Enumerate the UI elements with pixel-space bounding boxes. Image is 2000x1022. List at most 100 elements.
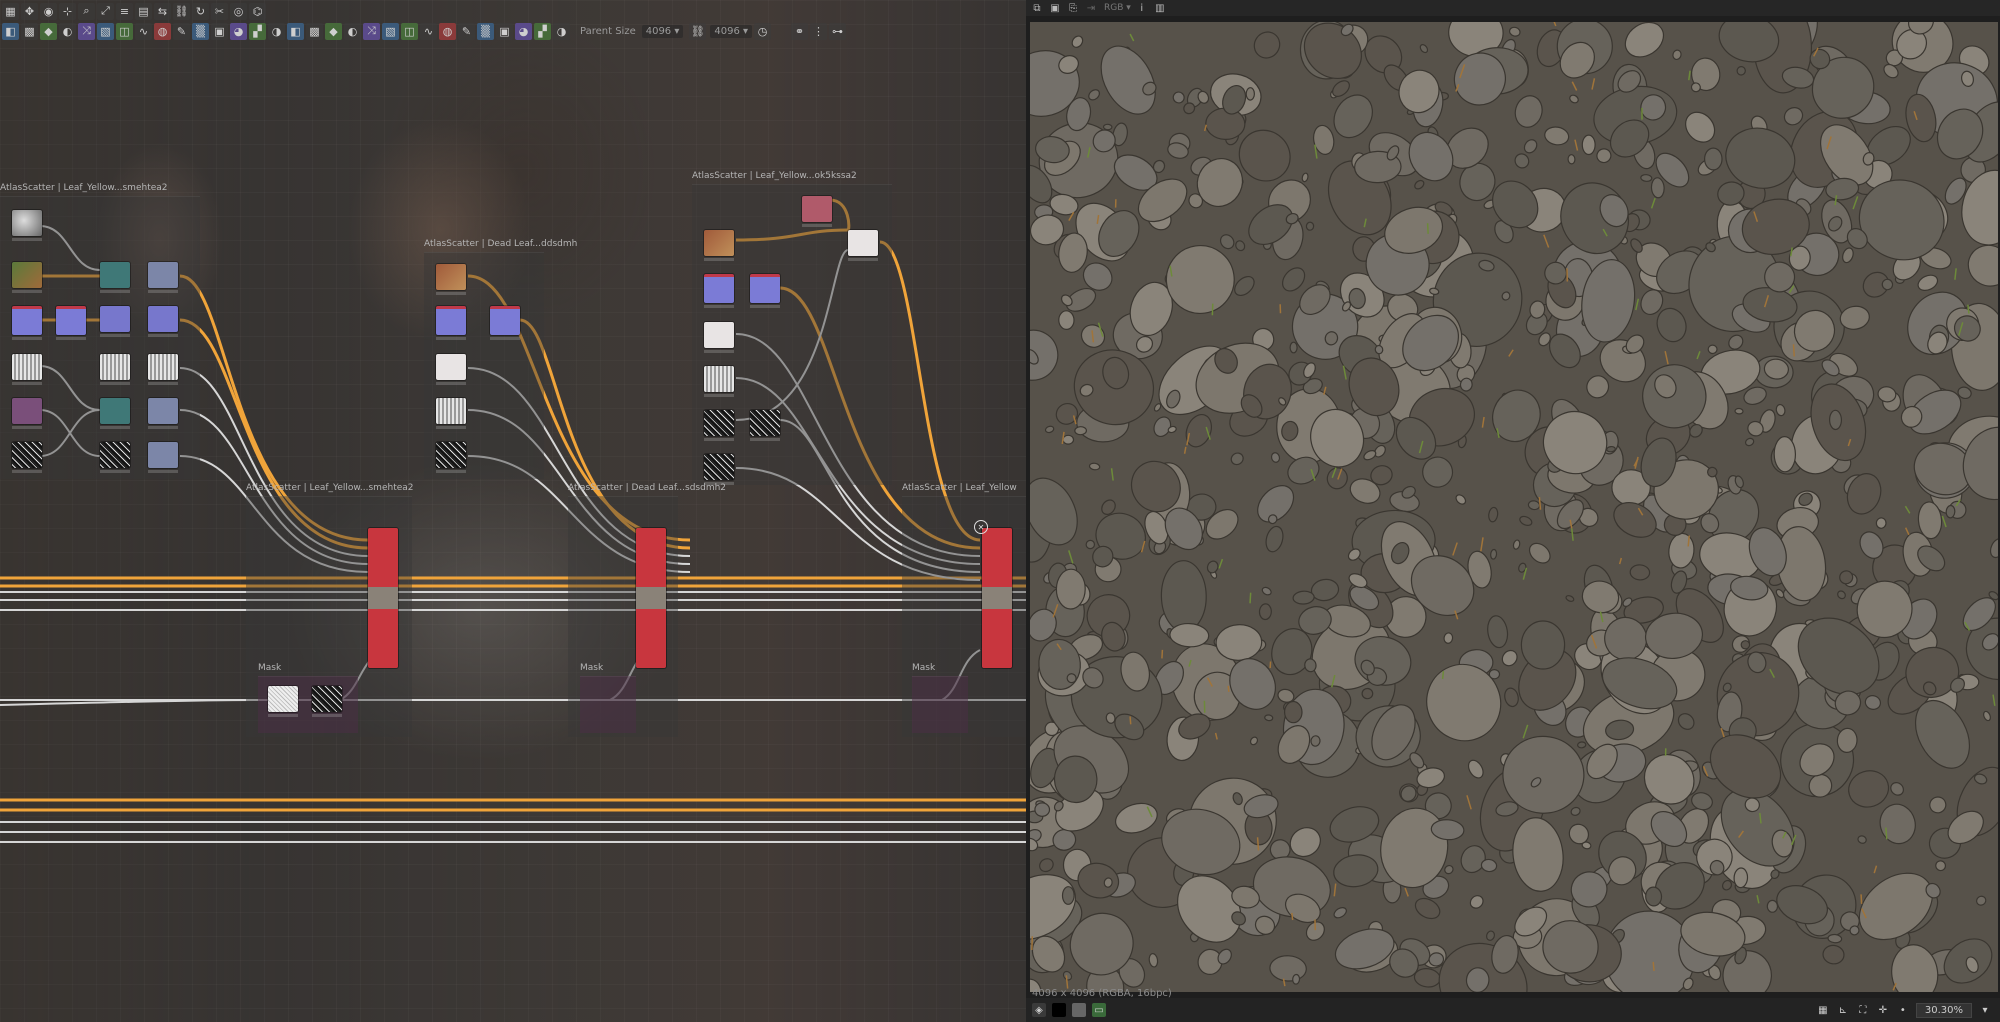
graph-node[interactable] — [704, 230, 734, 261]
2d-view-panel[interactable]: ⧉ ▣ ⎘ ⇥ RGB ▾ i ▥ 4096 x 4096 (RGBA, 16b… — [1026, 0, 2000, 1022]
hierarchy-icon[interactable]: ⊶ — [829, 22, 847, 40]
graph-node[interactable] — [704, 322, 734, 353]
graph-node[interactable] — [100, 306, 130, 337]
graph-node[interactable] — [12, 398, 42, 429]
graph-icon[interactable]: ◎ — [230, 2, 247, 20]
layers-icon[interactable]: ◈ — [1032, 1003, 1046, 1017]
zoom-field[interactable]: 30.30% — [1915, 1003, 1972, 1018]
graph-node[interactable] — [750, 410, 780, 441]
export-icon[interactable]: ⇥ — [1084, 2, 1098, 14]
display-icon[interactable]: ▭ — [1092, 1003, 1106, 1017]
gray-swatch-icon[interactable] — [1072, 1003, 1086, 1017]
graph-node[interactable] — [12, 262, 42, 293]
graph-node[interactable] — [436, 442, 466, 473]
graph-node[interactable] — [750, 274, 780, 308]
graph-node[interactable] — [148, 354, 178, 385]
mask-icon[interactable]: ◧ — [287, 22, 304, 40]
zoom-dropdown-icon[interactable]: ▾ — [1978, 1004, 1992, 1018]
fx-icon[interactable]: ✎ — [458, 22, 475, 40]
connect-icon[interactable]: ⚭ — [791, 22, 809, 40]
graph-node[interactable] — [848, 230, 878, 261]
graph-node[interactable] — [56, 306, 86, 340]
graph-node[interactable] — [704, 274, 734, 308]
link-icon[interactable]: ⛓ — [173, 2, 190, 20]
hsl-icon[interactable]: ◑ — [268, 22, 285, 40]
output-icon[interactable]: ▩ — [306, 22, 323, 40]
clock-icon[interactable]: ◷ — [754, 22, 772, 40]
info-icon[interactable]: i — [1135, 2, 1149, 14]
brush-icon[interactable]: ✎ — [173, 22, 190, 40]
graph-node[interactable] — [436, 306, 466, 340]
levels-icon[interactable]: ◫ — [116, 22, 133, 40]
atlas-scatter-node[interactable] — [636, 528, 666, 668]
channel-select[interactable]: RGB ▾ — [1104, 3, 1131, 13]
paste-icon[interactable]: ⎘ — [1066, 2, 1080, 14]
black-swatch-icon[interactable] — [1052, 1003, 1066, 1017]
graph-node[interactable] — [268, 686, 298, 717]
histogram-icon[interactable]: ▥ — [1153, 2, 1167, 14]
graph-node[interactable] — [704, 410, 734, 441]
arrow-icon[interactable]: ⇆ — [154, 2, 171, 20]
mask-frame-3[interactable]: Mask — [912, 663, 968, 733]
tile-icon[interactable]: ▣ — [211, 22, 228, 40]
camera-icon[interactable]: ◉ — [40, 2, 57, 20]
pin-icon[interactable]: ∿ — [420, 22, 437, 40]
crosshair-icon[interactable]: ✛ — [1876, 1004, 1890, 1018]
graph-node[interactable] — [12, 442, 42, 473]
text-icon[interactable]: ⤨ — [363, 22, 380, 40]
copy-icon[interactable]: ⧉ — [1030, 2, 1044, 14]
blend-icon[interactable]: ◐ — [59, 22, 76, 40]
fill-icon[interactable]: ◆ — [40, 22, 57, 40]
close-icon[interactable]: ✕ — [974, 520, 988, 534]
sharpen-icon[interactable]: ◕ — [515, 22, 532, 40]
mask-frame-2[interactable]: Mask — [580, 663, 636, 733]
align-icon[interactable]: ≡ — [116, 2, 133, 20]
image-icon[interactable]: ◧ — [2, 22, 19, 40]
graph-node[interactable] — [148, 398, 178, 429]
blur-icon[interactable]: ▞ — [534, 22, 551, 40]
grid-icon[interactable]: ▤ — [135, 2, 152, 20]
fit-icon[interactable]: ⤢ — [97, 2, 114, 20]
texture-viewport[interactable] — [1030, 22, 1998, 992]
graph-node[interactable] — [12, 354, 42, 385]
move-icon[interactable]: ✥ — [21, 2, 38, 20]
hdr-icon[interactable]: ◍ — [439, 22, 456, 40]
gradient-icon[interactable]: ▧ — [97, 22, 114, 40]
comment-icon[interactable]: ◫ — [401, 22, 418, 40]
graph-node[interactable] — [802, 196, 832, 227]
texture-icon[interactable]: ▩ — [21, 22, 38, 40]
warp-icon[interactable]: ◍ — [154, 22, 171, 40]
pattern-icon[interactable]: ▞ — [249, 22, 266, 40]
save-icon[interactable]: ▣ — [1048, 2, 1062, 14]
graph-node[interactable] — [704, 366, 734, 397]
bookmark-icon[interactable]: ⊹ — [59, 2, 76, 20]
cut-icon[interactable]: ✂ — [211, 2, 228, 20]
shuffle-icon[interactable]: ⤨ — [78, 22, 95, 40]
graph-node[interactable] — [100, 442, 130, 473]
graph-node[interactable] — [148, 306, 178, 337]
graph-node[interactable] — [704, 454, 734, 485]
graph-node[interactable] — [436, 264, 466, 295]
atlas-scatter-node[interactable] — [982, 528, 1012, 668]
search-icon[interactable]: ⌕ — [78, 2, 95, 20]
fit-icon[interactable]: ⛶ — [1856, 1004, 1870, 1018]
graph-node[interactable] — [148, 442, 178, 473]
histogram-icon[interactable]: ▣ — [496, 22, 513, 40]
pipe-icon[interactable]: ⌬ — [249, 2, 266, 20]
layout-icon[interactable]: ▦ — [2, 2, 19, 20]
graph-node[interactable] — [436, 354, 466, 385]
size-select[interactable]: 4096 ▾ — [710, 24, 753, 38]
graph-node[interactable] — [12, 306, 42, 340]
graph-node[interactable] — [12, 210, 42, 241]
graph-node[interactable] — [100, 262, 130, 293]
bake-icon[interactable]: ◑ — [553, 22, 570, 40]
grid-icon[interactable]: ▦ — [1816, 1004, 1830, 1018]
color-icon[interactable]: ◕ — [230, 22, 247, 40]
pixel-icon[interactable]: ◆ — [325, 22, 342, 40]
frame-icon[interactable]: ▧ — [382, 22, 399, 40]
curve-icon[interactable]: ∿ — [135, 22, 152, 40]
refresh-icon[interactable]: ↻ — [192, 2, 209, 20]
graph-node[interactable] — [100, 354, 130, 385]
graph-node[interactable] — [490, 306, 520, 340]
link-icon[interactable]: ⛓ — [689, 22, 707, 40]
